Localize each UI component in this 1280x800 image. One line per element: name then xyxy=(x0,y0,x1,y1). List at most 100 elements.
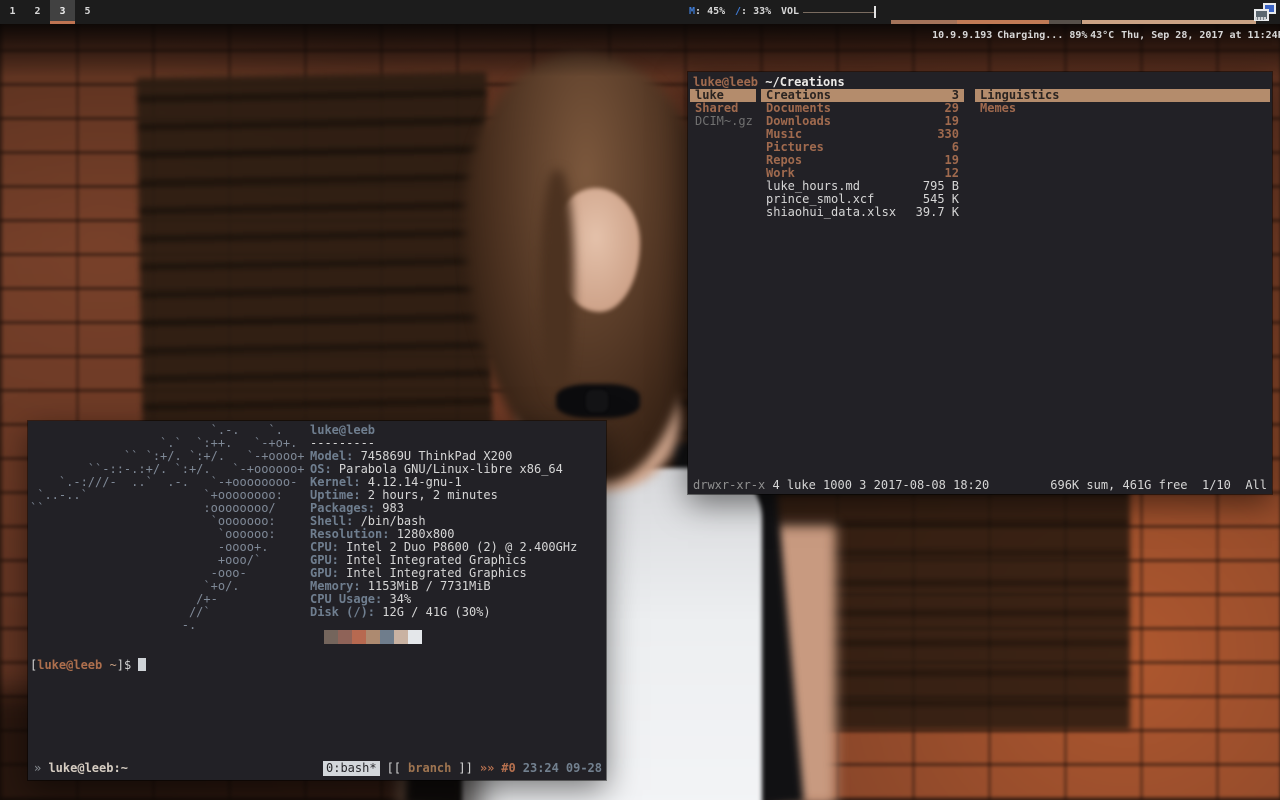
entry-label: CPU: xyxy=(310,540,339,554)
text-cursor xyxy=(138,658,146,671)
entry-value: 745869U ThinkPad X200 xyxy=(353,449,512,463)
entry-value: 2 hours, 2 minutes xyxy=(361,488,498,502)
dir-count: 19 xyxy=(945,154,959,167)
workspace-tag-2[interactable]: 2 xyxy=(25,0,50,24)
entry-label: GPU: xyxy=(310,566,339,580)
dir-row-downloads[interactable]: Downloads 19 xyxy=(761,115,964,128)
computer-systray-icon[interactable] xyxy=(1254,3,1276,21)
disk-indicator[interactable]: /: 33% xyxy=(735,0,771,24)
chevron-icon: » xyxy=(34,761,48,775)
ip-underline xyxy=(891,20,961,24)
volume-label: VOL xyxy=(781,0,799,24)
neofetch-info: luke@leeb --------- Model: 745869U Think… xyxy=(310,424,577,619)
dir-row-repos[interactable]: Repos19 xyxy=(761,154,964,167)
datetime-underline xyxy=(1082,20,1256,24)
dir-count: 19 xyxy=(945,115,959,128)
palette-swatch xyxy=(394,630,408,644)
keyboard-icon xyxy=(1255,17,1266,20)
palette-swatch xyxy=(366,630,380,644)
ranger-main-column: Creations3 Documents29 Downloads 19 Music… xyxy=(761,89,964,219)
ranger-status-right: 696K sum, 461G free 1/10 All xyxy=(1050,479,1267,492)
ranger-user-host: luke@leeb xyxy=(693,75,765,89)
dir-count: 6 xyxy=(952,141,959,154)
temperature-underline xyxy=(1049,20,1081,24)
parent-dir-luke[interactable]: luke xyxy=(690,89,756,102)
palette-swatch xyxy=(380,630,394,644)
tmux-date: 09-28 xyxy=(566,759,602,778)
prompt-user-host: luke@leeb xyxy=(37,658,102,672)
volume-slider-handle[interactable] xyxy=(874,6,876,18)
file-label: luke_hours.md xyxy=(766,180,860,193)
dir-count: 12 xyxy=(945,167,959,180)
dir-row-creations[interactable]: Creations3 xyxy=(761,89,964,102)
ranger-titlebar: luke@leeb ~/Creations xyxy=(693,76,845,89)
git-branch-name: branch xyxy=(408,759,451,778)
tmux-active-window[interactable]: 0:bash* xyxy=(323,761,380,776)
terminal-color-palette xyxy=(324,630,422,644)
entry-label: CPU Usage: xyxy=(310,592,382,606)
entry-label: Uptime: xyxy=(310,488,361,502)
dir-label: Documents xyxy=(766,102,831,115)
shell-prompt[interactable]: [luke@leeb ~]$ xyxy=(30,658,146,672)
dir-row-pictures[interactable]: Pictures 6 xyxy=(761,141,964,154)
workspace-tag-1[interactable]: 1 xyxy=(0,0,25,24)
datetime-module[interactable]: Thu, Sep 28, 2017 at 11:24PM xyxy=(1085,0,1280,24)
dir-label: Shared xyxy=(695,102,738,115)
tmux-right-modules: 0:bash* [[ branch ]] »» #0 23:24 09-28 xyxy=(323,759,602,778)
entry-value: 34% xyxy=(382,592,411,606)
git-bracket-open: [[ xyxy=(387,759,401,778)
file-label: shiaohui_data.xlsx xyxy=(766,206,896,219)
dir-label: Work xyxy=(766,167,795,180)
ranger-status-bar: drwxr-xr-x 4 luke 1000 3 2017-08-08 18:2… xyxy=(693,479,1267,492)
top-status-bar: 1 2 3 5 M: 45% /: 33% VOL 10.9.9.193 Cha… xyxy=(0,0,1280,24)
wallpaper-woman-hair-strand xyxy=(540,170,574,400)
file-label: prince_smol.xcf xyxy=(766,193,874,206)
entry-value: 12G / 41G (30%) xyxy=(375,605,491,619)
preview-dir-memes[interactable]: Memes xyxy=(975,102,1270,115)
file-row-prince-smol[interactable]: prince_smol.xcf 545 K xyxy=(761,193,964,206)
entry-label: Model: xyxy=(310,449,353,463)
dir-label: Music xyxy=(766,128,802,141)
file-label: DCIM~.gz xyxy=(695,115,753,128)
file-size: 545 K xyxy=(923,193,959,206)
dir-label: luke xyxy=(695,89,724,102)
tmux-session-info[interactable]: » luke@leeb:~ xyxy=(34,759,128,778)
desktop: 1 2 3 5 M: 45% /: 33% VOL 10.9.9.193 Cha… xyxy=(0,0,1280,800)
dir-row-music[interactable]: Music 330 xyxy=(761,128,964,141)
entry-value: /bin/bash xyxy=(353,514,425,528)
file-row-shiaohui-data[interactable]: shiaohui_data.xlsx39.7 K xyxy=(761,206,964,219)
entry-label: Packages: xyxy=(310,501,375,515)
entry-label: Kernel: xyxy=(310,475,361,489)
file-permissions: drwxr-xr-x xyxy=(693,478,772,492)
datetime-text: Thu, Sep 28, 2017 at 11:24PM xyxy=(1121,30,1280,41)
palette-swatch xyxy=(324,630,338,644)
memory-indicator[interactable]: M: 45% xyxy=(689,0,725,24)
double-chevron-icon: »» xyxy=(480,759,494,778)
tmux-clock: 23:24 xyxy=(523,759,559,778)
preview-dir-linguistics[interactable]: Linguistics xyxy=(975,89,1270,102)
entry-label: Shell: xyxy=(310,514,353,528)
entry-value: Intel Integrated Graphics xyxy=(339,553,527,567)
dir-label: Downloads xyxy=(766,115,831,128)
parent-file-dcim[interactable]: DCIM~.gz xyxy=(690,115,756,128)
dir-row-work[interactable]: Work 12 xyxy=(761,167,964,180)
dir-count: 330 xyxy=(937,128,959,141)
volume-slider-track[interactable] xyxy=(803,12,874,13)
prompt-bracket-close: ]$ xyxy=(117,658,139,672)
entry-label: OS: xyxy=(310,462,332,476)
workspace-tag-3-active[interactable]: 3 xyxy=(50,0,75,24)
entry-value: 1153MiB / 7731MiB xyxy=(361,579,491,593)
file-row-luke-hours[interactable]: luke_hours.md 795 B xyxy=(761,180,964,193)
parent-dir-shared[interactable]: Shared xyxy=(690,102,756,115)
workspace-tag-5[interactable]: 5 xyxy=(75,0,100,24)
entry-value: Parabola GNU/Linux-libre x86_64 xyxy=(332,462,563,476)
dir-label: Pictures xyxy=(766,141,824,154)
entry-value: Intel Integrated Graphics xyxy=(339,566,527,580)
prompt-path: ~ xyxy=(102,658,116,672)
dir-label: Linguistics xyxy=(980,89,1059,102)
dir-label: Memes xyxy=(980,102,1016,115)
neofetch-entry: Disk (/): 12G / 41G (30%) xyxy=(310,606,577,619)
palette-swatch xyxy=(338,630,352,644)
file-size: 795 B xyxy=(923,180,959,193)
dir-row-documents[interactable]: Documents29 xyxy=(761,102,964,115)
